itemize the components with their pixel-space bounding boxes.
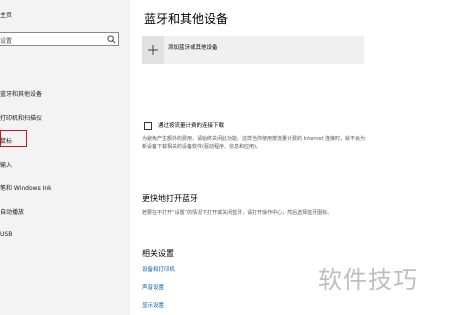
metered-description: 为避免产生额外的费用，请始终关闭此功能。这样当你使用按流量计费的 Interne… bbox=[142, 136, 366, 150]
related-settings-title: 相关设置 bbox=[142, 249, 174, 258]
settings-window: 主页 设置 蓝牙和其他设备 打印机和扫描仪 鼠标 输入 笔和 Windows I… bbox=[0, 0, 450, 315]
metered-checkbox-label: 通过按流量计费的连接下载 bbox=[158, 123, 225, 129]
page-title: 蓝牙和其他设备 bbox=[144, 12, 229, 26]
bluetooth-section-title: 更快地打开蓝牙 bbox=[142, 194, 198, 203]
sidebar-item-typing[interactable]: 输入 bbox=[0, 160, 12, 169]
add-icon-tile bbox=[142, 36, 164, 64]
sidebar-home-link[interactable]: 主页 bbox=[0, 10, 12, 19]
sidebar-item-bluetooth[interactable]: 蓝牙和其他设备 bbox=[0, 89, 42, 98]
search-placeholder: 设置 bbox=[0, 38, 13, 45]
sidebar: 主页 设置 蓝牙和其他设备 打印机和扫描仪 鼠标 输入 笔和 Windows I… bbox=[0, 0, 130, 315]
add-device-button[interactable]: 添加蓝牙或其他设备 bbox=[142, 36, 364, 64]
sidebar-item-printers[interactable]: 打印机和扫描仪 bbox=[0, 113, 42, 122]
bluetooth-description: 若要在不打开“设置”的情况下打开或关闭蓝牙，请打开操作中心，然后选择蓝牙图标。 bbox=[142, 210, 333, 216]
plus-icon bbox=[148, 45, 158, 55]
display-settings-link[interactable]: 显示设置 bbox=[142, 301, 164, 309]
watermark: 软件技巧 bbox=[318, 266, 418, 294]
sidebar-item-pen[interactable]: 笔和 Windows Ink bbox=[0, 183, 52, 192]
sidebar-item-autoplay[interactable]: 自动播放 bbox=[0, 207, 24, 216]
sidebar-item-usb[interactable]: USB bbox=[0, 231, 12, 238]
add-device-label: 添加蓝牙或其他设备 bbox=[168, 45, 218, 51]
search-icon bbox=[107, 35, 116, 44]
devices-printers-link[interactable]: 设备和打印机 bbox=[142, 265, 175, 273]
sound-settings-link[interactable]: 声音设置 bbox=[142, 283, 164, 291]
sidebar-item-mouse[interactable]: 鼠标 bbox=[0, 136, 12, 145]
metered-checkbox[interactable] bbox=[144, 122, 152, 130]
search-input[interactable]: 设置 bbox=[0, 32, 119, 46]
